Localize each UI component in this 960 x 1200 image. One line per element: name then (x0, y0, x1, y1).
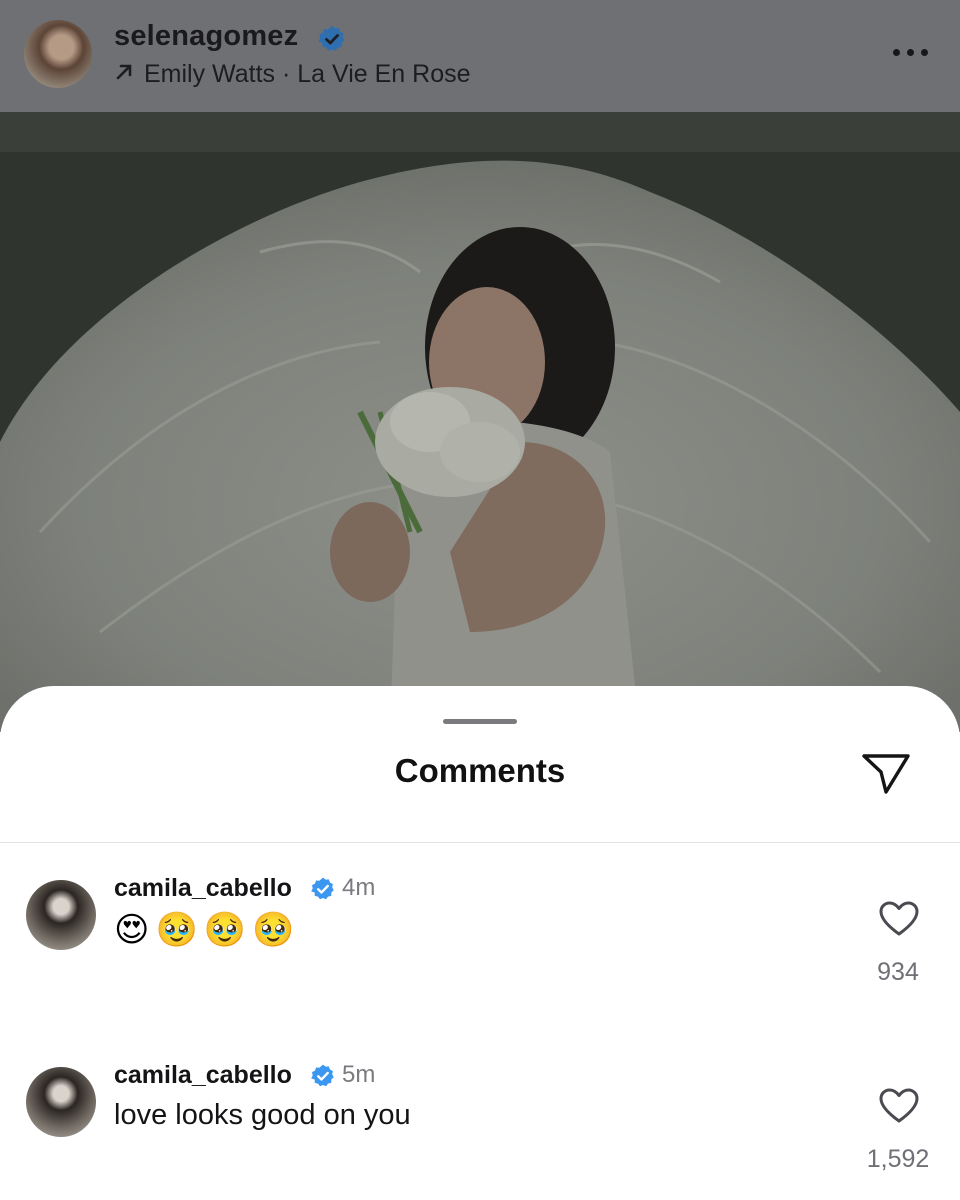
comment-timestamp: 5m (342, 1061, 376, 1088)
comment-like-count: 934 (877, 958, 919, 986)
comment-author-avatar[interactable] (26, 1067, 96, 1137)
sheet-divider (0, 842, 960, 843)
post-audio-line[interactable]: Emily Watts · La Vie En Rose (114, 60, 471, 89)
comment-author-username[interactable]: camila_cabello (114, 1061, 292, 1090)
comment-timestamp: 4m (342, 874, 376, 901)
comment-like-count: 1,592 (866, 1145, 930, 1173)
post-photo (0, 112, 960, 732)
send-icon[interactable] (858, 748, 914, 798)
post-author-avatar[interactable] (24, 20, 92, 88)
arrow-up-right-icon (114, 60, 134, 89)
comment-author-avatar[interactable] (26, 880, 96, 950)
comment-item: camila_cabello 4m 😍🥹🥹🥹 934 (0, 874, 960, 1024)
heart-outline-icon[interactable] (879, 1088, 919, 1124)
heart-outline-icon[interactable] (879, 901, 919, 937)
post-header: selenagomez Emily Watts · La Vie En Rose (0, 0, 960, 112)
more-options-icon[interactable] (893, 46, 933, 60)
verified-badge-icon (311, 877, 334, 900)
comment-text: love looks good on you (114, 1099, 411, 1131)
comments-sheet: Comments camila_cabello 4m 😍🥹🥹🥹 934 cami… (0, 686, 960, 1200)
verified-badge-icon (311, 1064, 334, 1087)
comment-author-username[interactable]: camila_cabello (114, 874, 292, 903)
audio-track-label: Emily Watts · La Vie En Rose (144, 60, 471, 88)
comment-item: camila_cabello 5m love looks good on you… (0, 1061, 960, 1200)
verified-badge-icon (318, 25, 345, 51)
post-author-username[interactable]: selenagomez (114, 20, 298, 53)
comments-title: Comments (394, 752, 566, 789)
comment-text: 😍🥹🥹🥹 (114, 910, 301, 950)
instagram-post-comments-screen: selenagomez Emily Watts · La Vie En Rose (0, 0, 960, 1200)
sheet-drag-handle[interactable] (443, 719, 517, 724)
